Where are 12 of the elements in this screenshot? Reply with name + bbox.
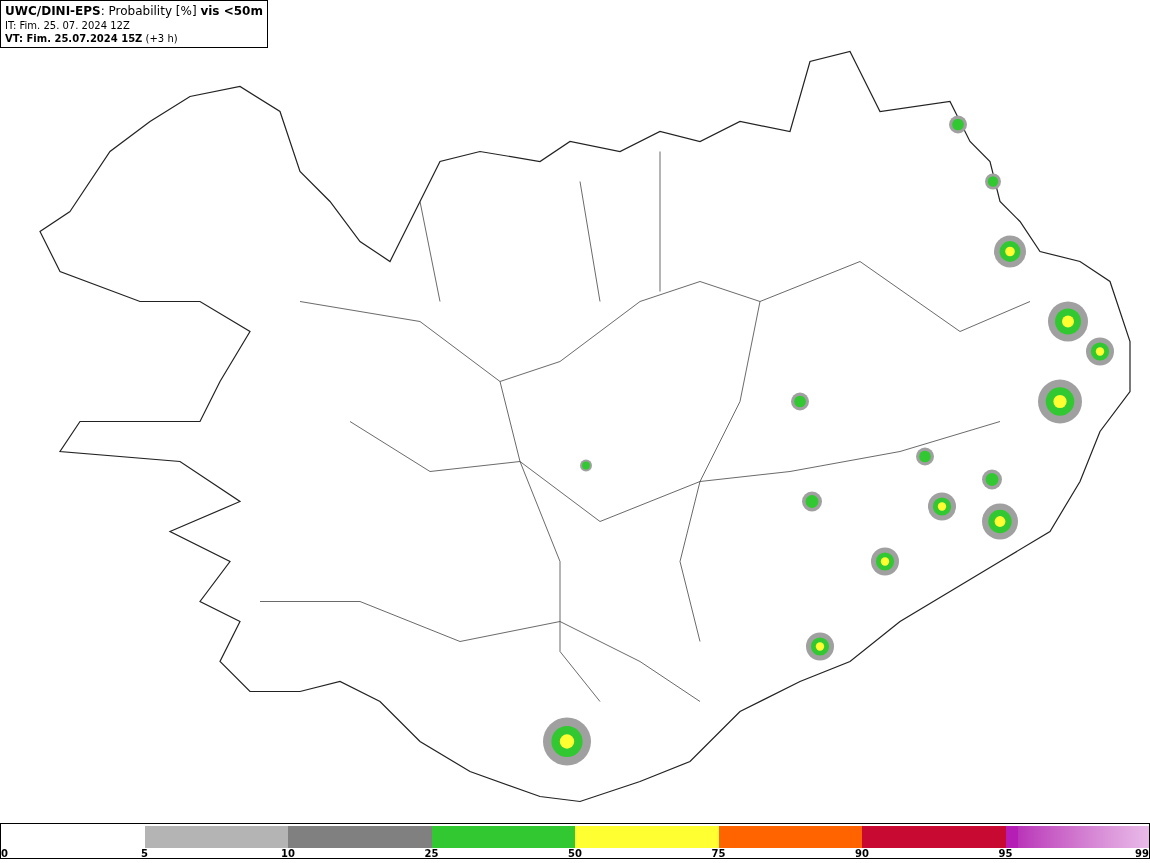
legend-label: 5 [141, 848, 148, 860]
initial-time: IT: Fim. 25. 07. 2024 12Z [5, 19, 131, 32]
valid-time: VT: Fim. 25.07.2024 15Z (+3 h) [5, 32, 179, 45]
legend-label: 0 [1, 848, 8, 860]
legend-label: 99 [1135, 848, 1149, 860]
legend-label: 50 [568, 848, 582, 860]
legend-label: 90 [855, 848, 869, 860]
legend-label: 25 [424, 848, 439, 860]
legend-label: 75 [711, 848, 726, 860]
map-title: UWC/DINI-EPS: Probability [%] vis <50m [5, 3, 263, 19]
legend-label: 10 [281, 848, 295, 860]
legend-label: 95 [998, 848, 1013, 860]
